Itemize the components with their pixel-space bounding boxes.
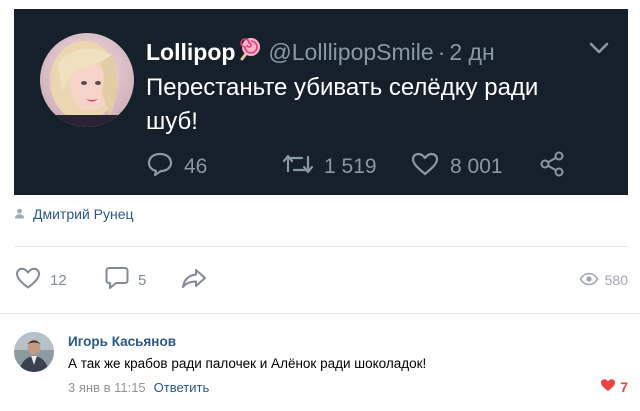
- comment-text: А так же крабов ради палочек и Алёнок ра…: [68, 356, 427, 371]
- tweet-time[interactable]: 2 дн: [449, 39, 494, 65]
- comment-author-name[interactable]: Игорь Касьянов: [68, 334, 176, 349]
- divider: [14, 246, 628, 247]
- lollipop-emoji-icon: [236, 37, 262, 69]
- tweet-card: Lollipop @LolllipopSmile · 2 дн Перестаньт…: [14, 9, 628, 195]
- post-view-count: 580: [604, 272, 628, 288]
- post-author[interactable]: Дмитрий Рунец: [14, 206, 134, 222]
- comment-meta: 3 янв в 11:15 Ответить: [68, 380, 209, 395]
- tweet-reply-button[interactable]: 46: [146, 151, 207, 183]
- retweet-count: 1 519: [324, 155, 377, 178]
- comment-like-count: 7: [620, 378, 628, 395]
- post-like-button[interactable]: 12: [14, 265, 67, 295]
- heart-outline-icon: [410, 151, 450, 183]
- post-share-button[interactable]: [180, 265, 216, 295]
- tweet-like-button[interactable]: 8 001: [410, 151, 503, 183]
- comment-like-button[interactable]: 7: [600, 378, 628, 395]
- comment-avatar[interactable]: [14, 332, 54, 372]
- post-comment-button[interactable]: 5: [104, 265, 146, 295]
- divider: [0, 313, 640, 314]
- tweet-share-button[interactable]: [538, 151, 576, 183]
- comment-item: Игорь Касьянов А так же крабов ради пало…: [14, 332, 628, 402]
- post-author-name: Дмитрий Рунец: [33, 206, 134, 222]
- chevron-down-icon[interactable]: [588, 41, 610, 60]
- post-actions: 12 5 580: [14, 265, 628, 295]
- user-icon: [14, 206, 33, 222]
- like-count: 8 001: [450, 155, 503, 178]
- reply-button[interactable]: Ответить: [154, 380, 210, 395]
- comment-icon: [104, 265, 138, 295]
- tweet-avatar[interactable]: [40, 33, 134, 127]
- tweet-header: Lollipop @LolllipopSmile · 2 дн: [146, 37, 495, 69]
- reply-count: 46: [184, 155, 208, 178]
- comment-date[interactable]: 3 янв в 11:15: [68, 380, 146, 395]
- share-arrow-icon: [180, 266, 216, 294]
- tweet-handle[interactable]: @LolllipopSmile: [268, 39, 433, 65]
- tweet-retweet-button[interactable]: 1 519: [282, 151, 377, 183]
- tweet-actions: 46 1 519 8 001: [146, 151, 576, 183]
- post-comment-count: 5: [138, 271, 147, 289]
- retweet-icon: [282, 151, 324, 183]
- post-like-count: 12: [50, 271, 67, 289]
- tweet-separator: ·: [437, 39, 446, 65]
- post-views: 580: [579, 265, 628, 295]
- share-icon: [538, 150, 576, 184]
- heart-outline-icon: [14, 266, 50, 294]
- tweet-text: Перестаньте убивать селёдку ради шуб!: [146, 74, 539, 135]
- eye-icon: [579, 272, 605, 289]
- tweet-author-name[interactable]: Lollipop: [146, 39, 235, 65]
- reply-icon: [146, 151, 184, 183]
- heart-filled-icon: [600, 378, 620, 395]
